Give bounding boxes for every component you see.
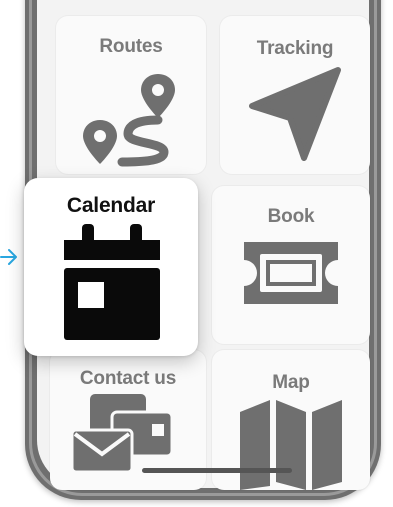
route-icon [83,74,175,167]
arrow-right-icon [0,249,17,265]
home-indicator[interactable] [142,468,292,473]
tile-map-label: Map [272,372,310,393]
map-icon [240,400,342,490]
app-screen: Routes Tracking Book Contact us Map Cale… [0,0,393,507]
ticket-icon [244,242,338,304]
tile-tracking-label: Tracking [256,38,334,59]
tile-routes-label: Routes [99,36,163,57]
contact-icon [72,394,174,474]
navigation-arrow-icon [249,67,341,161]
tile-book-label: Book [267,206,315,227]
calendar-icon [64,224,160,340]
tile-book[interactable]: Book [212,186,370,344]
tile-calendar[interactable]: Calendar [24,178,198,356]
tile-routes[interactable]: Routes [56,16,206,174]
tile-tracking[interactable]: Tracking [220,16,370,174]
tile-calendar-label: Calendar [66,194,156,217]
tile-contact-label: Contact us [79,368,177,389]
